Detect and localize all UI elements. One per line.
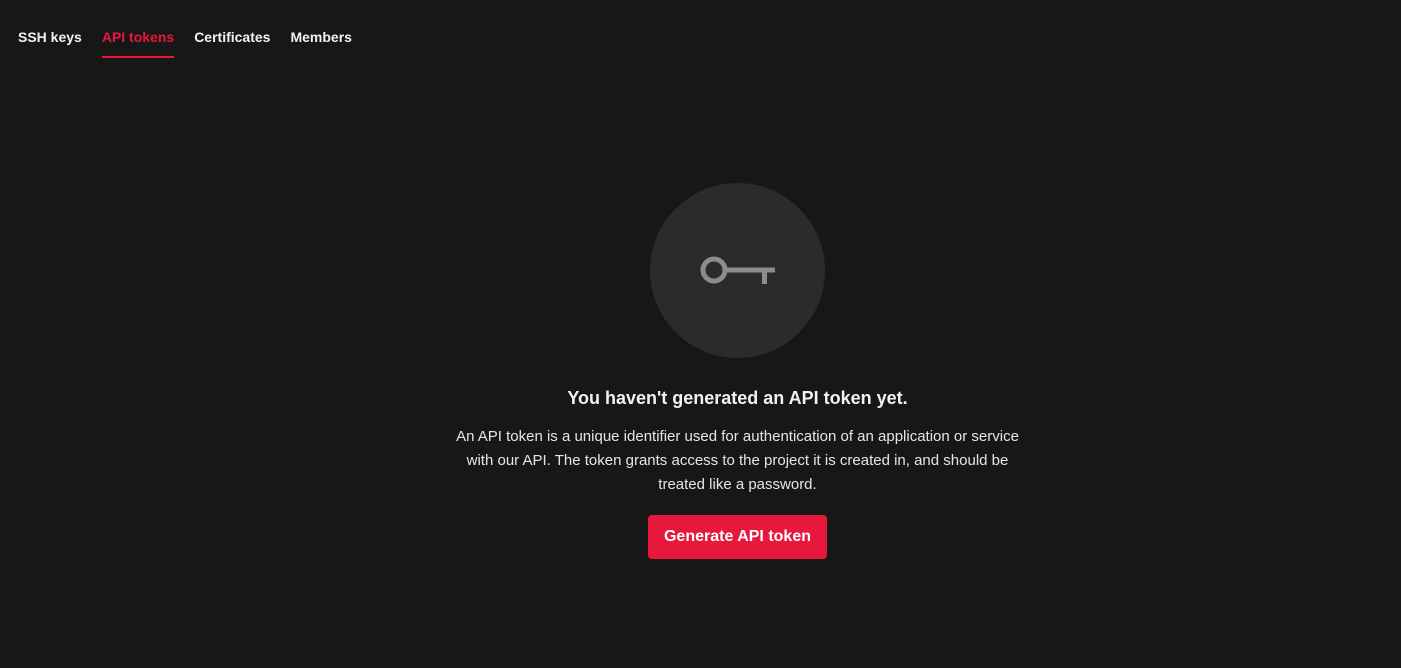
tab-api-tokens[interactable]: API tokens [101, 0, 175, 58]
empty-state-icon-circle [650, 183, 825, 358]
empty-state-description: An API token is a unique identifier used… [456, 428, 1019, 493]
key-icon [700, 256, 775, 284]
tab-members[interactable]: Members [290, 0, 351, 58]
settings-tabs: SSH keys API tokens Certificates Members [18, 0, 372, 58]
empty-state-title: You haven't generated an API token yet. [567, 388, 908, 408]
tab-certificates[interactable]: Certificates [194, 0, 270, 58]
tab-ssh-keys[interactable]: SSH keys [18, 0, 82, 58]
generate-api-token-button[interactable]: Generate API token [647, 515, 827, 559]
empty-state: You haven't generated an API token yet. … [0, 183, 1401, 559]
